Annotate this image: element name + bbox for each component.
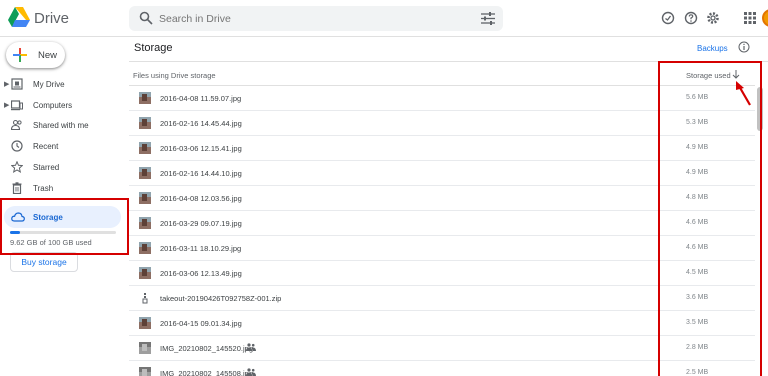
sidebar-item-label: Shared with me <box>33 121 89 130</box>
zip-file-icon <box>142 293 148 304</box>
help-icon[interactable] <box>684 11 698 25</box>
file-name[interactable]: 2016-03-06 12.15.41.jpg <box>160 144 242 153</box>
image-thumbnail-icon <box>139 342 151 354</box>
gear-icon[interactable] <box>706 11 720 25</box>
file-name[interactable]: 2016-03-11 18.10.29.jpg <box>160 244 241 253</box>
sidebar-item-shared-with-me[interactable]: Shared with me <box>0 115 122 135</box>
clock-icon <box>11 140 23 152</box>
expand-caret-icon[interactable]: ▶ <box>4 80 9 88</box>
file-name[interactable]: 2016-02-16 14.45.44.jpg <box>160 119 242 128</box>
info-icon[interactable] <box>738 41 750 53</box>
plus-icon <box>13 48 27 62</box>
column-header-files: Files using Drive storage <box>133 71 216 80</box>
sidebar-item-trash[interactable]: Trash <box>0 178 122 198</box>
sidebar-item-label: Recent <box>33 142 59 151</box>
sidebar-item-label: Trash <box>33 184 54 193</box>
buy-storage-button[interactable]: Buy storage <box>10 252 78 272</box>
apps-grid-icon[interactable] <box>743 11 757 25</box>
file-name[interactable]: 2016-02-16 14.44.10.jpg <box>160 169 242 178</box>
search-icon[interactable] <box>139 11 153 25</box>
file-name[interactable]: 2016-03-06 12.13.49.jpg <box>160 269 242 278</box>
image-thumbnail-icon <box>139 267 151 279</box>
drive-logo-icon[interactable] <box>8 7 30 27</box>
image-thumbnail-icon <box>139 367 151 376</box>
new-button-label: New <box>38 50 58 61</box>
file-name[interactable]: IMG_20210802_145508.jpg <box>160 369 253 376</box>
shared-with-me-icon <box>11 119 22 131</box>
image-thumbnail-icon <box>139 217 151 229</box>
backups-link[interactable]: Backups <box>697 44 728 53</box>
shared-people-icon <box>246 343 256 351</box>
expand-caret-icon[interactable]: ▶ <box>4 101 9 109</box>
image-thumbnail-icon <box>139 192 151 204</box>
annotation-highlight-box <box>0 198 129 255</box>
trash-icon <box>12 182 22 194</box>
sidebar-item-recent[interactable]: Recent <box>0 136 122 156</box>
search-bar[interactable] <box>129 6 503 31</box>
search-input[interactable] <box>159 10 459 27</box>
image-thumbnail-icon <box>139 167 151 179</box>
sidebar-item-label: Computers <box>33 101 73 110</box>
file-name[interactable]: 2016-04-08 11.59.07.jpg <box>160 94 241 103</box>
computers-icon <box>11 100 23 111</box>
account-avatar[interactable] <box>762 9 768 27</box>
image-thumbnail-icon <box>139 317 151 329</box>
sidebar-item-label: Starred <box>33 163 60 172</box>
image-thumbnail-icon <box>139 117 151 129</box>
shared-people-icon <box>246 368 256 376</box>
image-thumbnail-icon <box>139 142 151 154</box>
offline-status-icon[interactable] <box>661 11 675 25</box>
annotation-highlight-box <box>658 61 762 376</box>
file-name[interactable]: 2016-04-15 09.01.34.jpg <box>160 319 242 328</box>
image-thumbnail-icon <box>139 92 151 104</box>
search-options-icon[interactable] <box>481 12 495 25</box>
file-name[interactable]: IMG_20210802_145520.jpg <box>160 344 253 353</box>
image-thumbnail-icon <box>139 242 151 254</box>
file-name[interactable]: 2016-04-08 12.03.56.jpg <box>160 194 242 203</box>
my-drive-icon <box>11 78 23 90</box>
file-name[interactable]: 2016-03-29 09.07.19.jpg <box>160 219 242 228</box>
sidebar-item-my-drive[interactable]: ▶ My Drive <box>0 74 122 94</box>
new-button[interactable]: New <box>6 42 65 68</box>
top-bar: Drive <box>0 0 768 37</box>
annotation-arrow-icon <box>736 81 751 106</box>
sidebar-item-computers[interactable]: ▶ Computers <box>0 95 122 115</box>
page-title: Storage <box>134 42 173 54</box>
app-name[interactable]: Drive <box>34 10 69 27</box>
sidebar-item-label: My Drive <box>33 80 65 89</box>
star-icon <box>11 161 23 173</box>
sidebar-item-starred[interactable]: Starred <box>0 157 122 177</box>
file-name[interactable]: takeout-20190426T092758Z-001.zip <box>160 294 281 303</box>
